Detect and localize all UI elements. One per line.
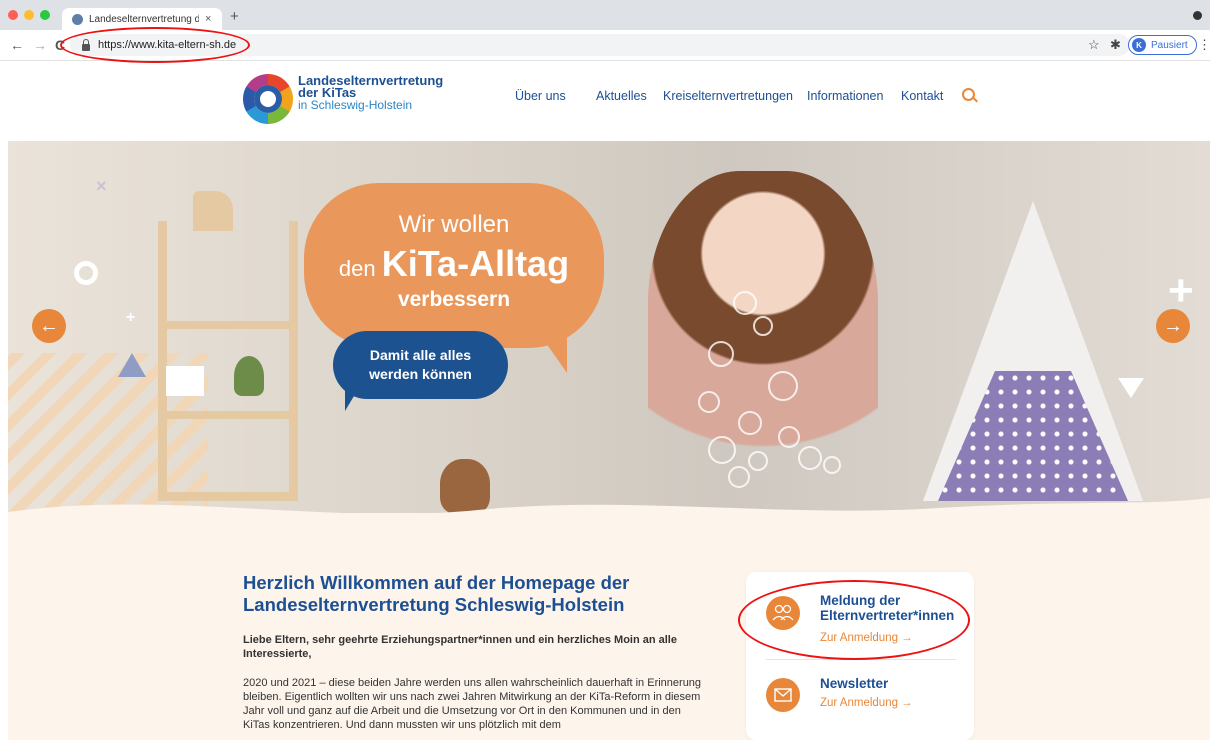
speech-line-2: den KiTa-Alltag xyxy=(338,243,570,284)
back-button[interactable]: ← xyxy=(10,37,24,53)
browser-toolbar: ← → C https://www.kita-eltern-sh.de ☆ ✱ … xyxy=(0,30,1210,61)
plant xyxy=(234,356,264,396)
brand-line-3: in Schleswig-Holstein xyxy=(298,98,413,112)
browser-menu-icon[interactable]: ⋮ xyxy=(1198,37,1210,53)
logo-icon[interactable] xyxy=(243,74,293,124)
lock-icon xyxy=(82,38,90,51)
site-header: Landeselternvertretung der KiTas in Schl… xyxy=(0,61,1210,141)
speech-bubble-orange: Wir wollen den KiTa-Alltag verbessern xyxy=(304,183,604,373)
card-link-meldung[interactable]: Zur Anmeldung → xyxy=(820,632,913,644)
welcome-heading: Herzlich Willkommen auf der Homepage der… xyxy=(243,572,630,615)
search-icon[interactable] xyxy=(962,88,975,101)
card-divider xyxy=(766,659,956,660)
decorative-cross: × xyxy=(96,176,107,196)
forward-button[interactable]: → xyxy=(33,37,47,53)
soap-bubble xyxy=(708,436,736,464)
slider-prev-button[interactable]: ← xyxy=(32,309,66,343)
minimize-window-button[interactable] xyxy=(24,10,34,20)
soap-bubble xyxy=(748,451,768,471)
slider-next-button[interactable]: → xyxy=(1156,309,1190,343)
soap-bubble xyxy=(738,411,762,435)
browser-tab[interactable]: Landeselternvertretung der KiTas × xyxy=(62,8,222,30)
browser-tab-bar: Landeselternvertretung der KiTas × + xyxy=(0,0,1210,30)
card-link-newsletter[interactable]: Zur Anmeldung → xyxy=(820,697,913,709)
hero-slider: + + × Wir wollen den KiTa-Alltag verbess… xyxy=(8,141,1210,513)
soap-bubble xyxy=(778,426,800,448)
address-bar[interactable]: https://www.kita-eltern-sh.de xyxy=(70,34,1130,56)
speech-line-1: Wir wollen xyxy=(398,211,510,238)
card-title-meldung[interactable]: Meldung der Elternvertreter*innen xyxy=(820,593,954,623)
nav-item-ueber-uns[interactable]: Über uns xyxy=(515,89,566,103)
welcome-paragraph: 2020 und 2021 – diese beiden Jahre werde… xyxy=(243,677,702,731)
profile-label: Pausiert xyxy=(1151,39,1188,51)
reload-button[interactable]: C xyxy=(55,37,65,53)
tab-title: Landeselternvertretung der KiTas xyxy=(89,13,199,25)
bookmark-star-icon[interactable]: ☆ xyxy=(1088,37,1100,53)
card-title-newsletter[interactable]: Newsletter xyxy=(820,676,888,691)
maximize-window-button[interactable] xyxy=(40,10,50,20)
new-tab-button[interactable]: + xyxy=(230,8,239,25)
decorative-triangle xyxy=(1118,378,1144,398)
soap-bubble xyxy=(708,341,734,367)
url-text: https://www.kita-eltern-sh.de xyxy=(98,39,237,51)
avatar: K xyxy=(1132,38,1146,52)
profile-button[interactable]: K Pausiert xyxy=(1128,35,1197,55)
favicon-icon xyxy=(72,13,83,25)
nav-item-kreiselternvertretungen[interactable]: Kreiselternvertretungen xyxy=(663,89,793,103)
soap-bubble xyxy=(798,446,822,470)
decorative-triangle xyxy=(118,353,146,377)
decorative-ring xyxy=(74,261,98,285)
storage-box xyxy=(166,366,204,396)
extensions-icon[interactable]: ✱ xyxy=(1110,37,1121,53)
nav-item-aktuelles[interactable]: Aktuelles xyxy=(596,89,647,103)
decorative-plus: + xyxy=(126,309,136,326)
window-status-icon xyxy=(1193,11,1202,20)
soap-bubble xyxy=(698,391,720,413)
soap-bubble xyxy=(753,316,773,336)
envelope-icon xyxy=(766,678,800,712)
tab-close-icon[interactable]: × xyxy=(205,13,211,25)
registration-card: Meldung der Elternvertreter*innen Zur Anm… xyxy=(746,572,974,740)
welcome-intro: Liebe Eltern, sehr geehrte Erziehungspar… xyxy=(243,634,677,660)
close-window-button[interactable] xyxy=(8,10,18,20)
speech-bubble-blue: Damit alle alles werden können xyxy=(333,331,508,411)
speech-line-3: verbessern xyxy=(397,288,511,311)
nav-item-kontakt[interactable]: Kontakt xyxy=(901,89,943,103)
soap-bubble xyxy=(733,291,757,315)
nav-item-informationen[interactable]: Informationen xyxy=(807,89,883,103)
brand-name[interactable]: Landeselternvertretung der KiTas in Schl… xyxy=(298,74,443,112)
giraffe-shelf xyxy=(158,221,298,501)
speech-blue-text: Damit alle alles werden können xyxy=(369,347,472,382)
hero-bottom-wave xyxy=(8,498,1210,530)
parents-icon xyxy=(766,596,800,630)
soap-bubble xyxy=(768,371,798,401)
